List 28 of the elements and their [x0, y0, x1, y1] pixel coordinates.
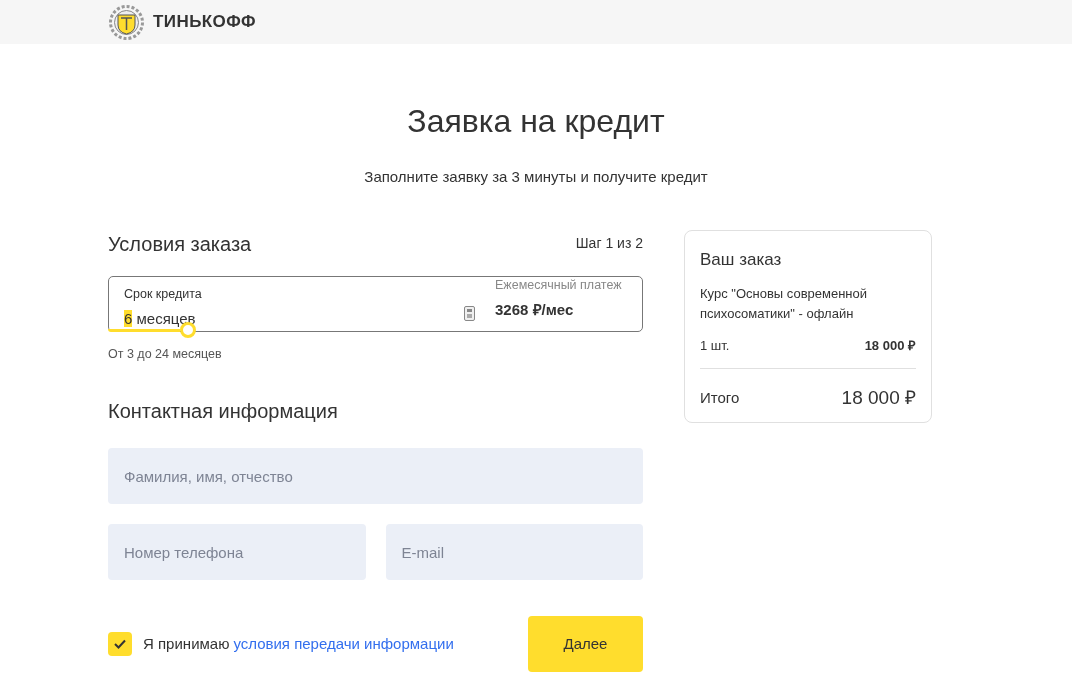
total-label: Итого	[700, 387, 740, 408]
logo-icon	[108, 4, 145, 40]
product-name: Курс "Основы современной психосоматики" - офлайн	[700, 285, 869, 323]
section-heading: Контактная информация	[108, 399, 339, 425]
consent-text: Я принимаю	[143, 634, 230, 654]
section-heading: Условия заказа	[108, 231, 252, 257]
terms-link[interactable]: условия передачи информации	[233, 633, 454, 656]
step-indicator: Шаг 1 из 2	[575, 234, 643, 253]
price: 18 000 ₽	[864, 337, 916, 355]
page-title: Заявка на кредит	[406, 102, 666, 141]
checkbox[interactable]	[108, 632, 132, 657]
field-hint: От 3 до 24 месяцев	[108, 345, 223, 363]
quantity: 1 шт.	[700, 337, 730, 355]
field-label: Срок кредита	[124, 285, 202, 303]
input-field[interactable]: E-mail	[385, 524, 643, 581]
field-label: Ежемесячный платеж	[495, 277, 622, 295]
term-unit: месяцев	[136, 310, 196, 328]
brand-name: ТИНЬКОФФ	[153, 11, 256, 34]
page-subtitle: Заполните заявку за 3 минуты и получите кредит	[363, 167, 709, 187]
card-title: Ваш заказ	[700, 248, 783, 271]
next-button[interactable]: Далее	[528, 616, 643, 673]
total-price: 18 000 ₽	[841, 385, 916, 410]
payment-value: 3268 ₽/мес	[495, 300, 574, 320]
calculator-icon[interactable]	[464, 305, 475, 321]
term-value: 6	[124, 310, 133, 328]
input-field[interactable]: Фамилия, имя, отчество	[108, 448, 643, 505]
checkmark-icon	[114, 639, 126, 650]
input-field[interactable]: Номер телефона	[108, 524, 366, 581]
